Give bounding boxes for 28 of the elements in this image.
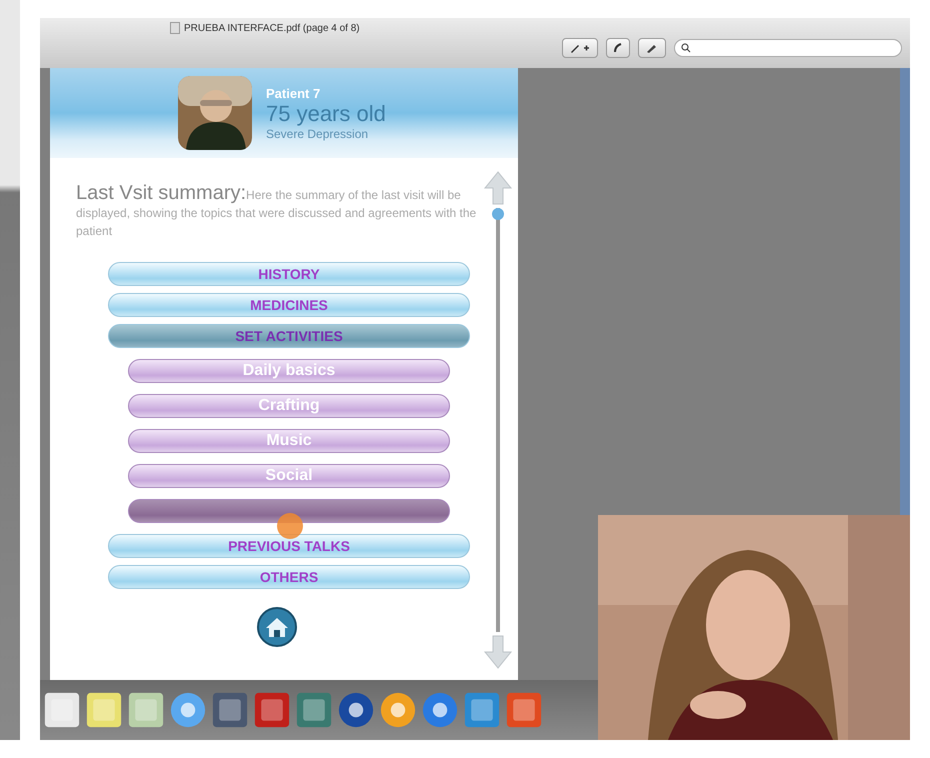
cursor-highlight-icon [276, 512, 304, 540]
scroll-handle[interactable] [492, 208, 504, 220]
submenu-button[interactable] [128, 499, 450, 523]
submenu-button[interactable]: Social [128, 464, 450, 488]
search-icon [681, 43, 691, 53]
scroll-up-icon[interactable] [483, 170, 513, 206]
submenu-button[interactable]: Music [128, 429, 450, 453]
patient-age: 75 years old [266, 100, 386, 126]
window-title: PRUEBA INTERFACE.pdf (page 4 of 8) [184, 22, 360, 34]
menu-button[interactable]: MEDICINES [108, 293, 470, 317]
search-field[interactable] [674, 39, 902, 57]
menu-button[interactable]: OTHERS [108, 565, 470, 589]
home-icon[interactable] [257, 607, 297, 647]
menu-button[interactable]: HISTORY [108, 262, 470, 286]
sticky-note-icon[interactable] [86, 692, 122, 728]
edit-button[interactable] [638, 38, 666, 58]
menu-button[interactable]: SET ACTIVITIES [108, 324, 470, 348]
summary-text: Last Vsit summary:Here the summary of the last visit will be displayed, showing the topics that were discussed and agreements with the patient [76, 184, 478, 240]
submenu-button[interactable]: Crafting [128, 394, 450, 418]
patient-condition: Severe Depression [266, 126, 370, 140]
pen-icon [645, 42, 659, 54]
pen-plus-icon [569, 42, 591, 54]
patient-name: Patient 7 [266, 86, 322, 100]
menu-button[interactable]: PREVIOUS TALKS [108, 534, 470, 558]
scroll-down-icon[interactable] [483, 634, 513, 670]
share-button[interactable] [606, 38, 630, 58]
submenu-button[interactable]: Daily basics [128, 359, 450, 383]
annotate-button[interactable] [562, 38, 598, 58]
